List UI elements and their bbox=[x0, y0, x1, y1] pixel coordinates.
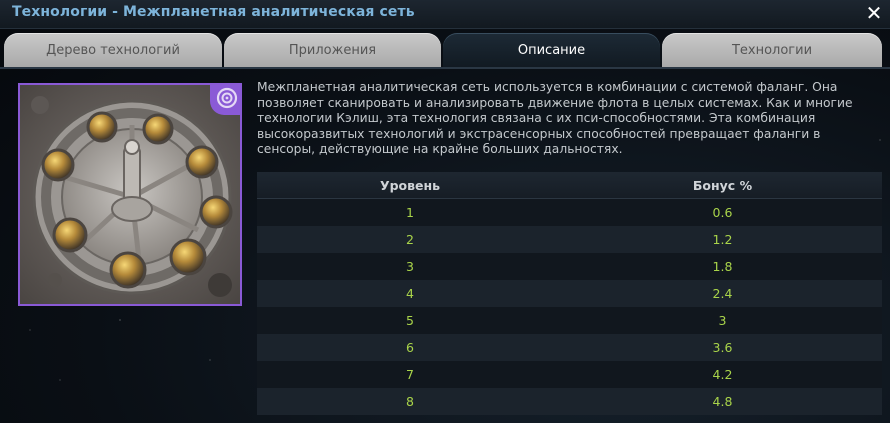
tech-description: Межпланетная аналитическая сеть использу… bbox=[257, 80, 853, 156]
level-cell: 6 bbox=[257, 334, 563, 361]
close-icon[interactable]: ✕ bbox=[864, 2, 884, 24]
table-header-row: Уровень Бонус % bbox=[257, 172, 882, 199]
title-bar: Технологии - Межпланетная аналитическая … bbox=[0, 0, 890, 29]
level-cell: 7 bbox=[257, 361, 563, 388]
level-cell: 2 bbox=[257, 226, 563, 253]
table-row: 2 1.2 bbox=[257, 226, 882, 253]
bonus-cell: 0.6 bbox=[563, 198, 882, 226]
tech-image bbox=[18, 83, 242, 306]
bonus-cell: 4.8 bbox=[563, 388, 882, 415]
tech-window: Технологии - Межпланетная аналитическая … bbox=[0, 0, 890, 423]
bonus-table: Уровень Бонус % 1 0.6 2 1.2 3 1.8 4 2.4 bbox=[257, 172, 882, 415]
table-row: 8 4.8 bbox=[257, 388, 882, 415]
level-cell: 8 bbox=[257, 388, 563, 415]
bonus-cell: 4.2 bbox=[563, 361, 882, 388]
tab-applications[interactable]: Приложения bbox=[224, 33, 441, 67]
table-row: 1 0.6 bbox=[257, 198, 882, 226]
bonus-cell: 3.6 bbox=[563, 334, 882, 361]
psi-swirl-icon bbox=[210, 85, 240, 115]
window-title: Технологии - Межпланетная аналитическая … bbox=[12, 4, 415, 20]
tab-description[interactable]: Описание bbox=[443, 33, 660, 67]
tab-divider bbox=[0, 67, 890, 69]
table-row: 4 2.4 bbox=[257, 280, 882, 307]
level-cell: 4 bbox=[257, 280, 563, 307]
table-row: 3 1.8 bbox=[257, 253, 882, 280]
table-row: 7 4.2 bbox=[257, 361, 882, 388]
tab-bar: Дерево технологий Приложения Описание Те… bbox=[0, 33, 890, 68]
tab-technologies[interactable]: Технологии bbox=[662, 33, 882, 67]
tech-illustration bbox=[20, 85, 240, 304]
tab-tech-tree[interactable]: Дерево технологий bbox=[4, 33, 222, 67]
table-row: 5 3 bbox=[257, 307, 882, 334]
level-cell: 3 bbox=[257, 253, 563, 280]
bonus-cell: 1.8 bbox=[563, 253, 882, 280]
level-cell: 1 bbox=[257, 198, 563, 226]
bonus-cell: 2.4 bbox=[563, 280, 882, 307]
level-cell: 5 bbox=[257, 307, 563, 334]
header-level: Уровень bbox=[257, 172, 563, 199]
bonus-cell: 3 bbox=[563, 307, 882, 334]
bonus-cell: 1.2 bbox=[563, 226, 882, 253]
table-row: 6 3.6 bbox=[257, 334, 882, 361]
header-bonus: Бонус % bbox=[563, 172, 882, 199]
